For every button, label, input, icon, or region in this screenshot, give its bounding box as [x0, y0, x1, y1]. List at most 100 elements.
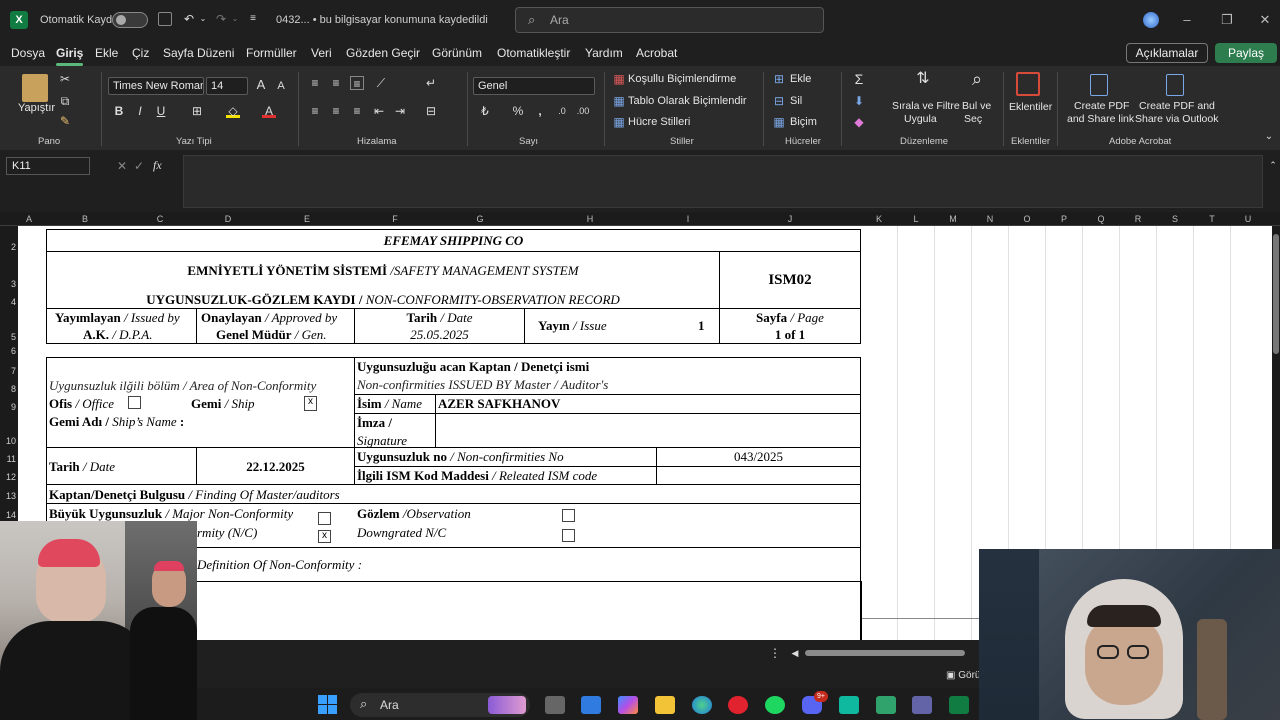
collapse-ribbon-icon[interactable]: ⌄ [1262, 130, 1276, 144]
ship-checkbox[interactable]: x [304, 396, 317, 411]
column-header[interactable]: D [223, 214, 233, 224]
increase-font-icon[interactable]: A [254, 78, 268, 92]
wrap-text-icon[interactable]: ↵ [424, 76, 438, 90]
row-header[interactable]: 7 [0, 366, 16, 376]
paste-icon[interactable] [22, 74, 48, 102]
file-explorer-icon[interactable] [655, 696, 675, 714]
column-header[interactable]: L [911, 214, 921, 224]
horizontal-scrollbar[interactable] [805, 650, 965, 656]
format-painter-icon[interactable]: ✎ [58, 114, 72, 128]
file-status[interactable]: 0432... • bu bilgisayar konumuna kaydedi… [276, 14, 488, 26]
whatsapp-icon[interactable] [839, 696, 859, 714]
menu-otomatiklestir[interactable]: Otomatikleştir [497, 46, 570, 60]
scroll-left-icon[interactable]: ◀ [788, 646, 802, 660]
percent-icon[interactable]: % [511, 104, 525, 118]
currency-icon[interactable]: ₺ [478, 104, 492, 118]
row-header[interactable]: 4 [0, 297, 16, 307]
cancel-formula-icon[interactable]: ✕ [115, 159, 129, 173]
nc-no-label-cell[interactable]: Uygunsuzluk no / Non-confirmities No [354, 447, 657, 467]
company-cell[interactable]: EFEMAY SHIPPING CO [46, 229, 861, 252]
finding-cell[interactable]: Kaptan/Denetçi Bulgusu / Finding Of Mast… [46, 484, 861, 504]
approved-by-cell[interactable]: Onaylayan / Approved by Genel Müdür / Ge… [196, 308, 355, 344]
undo-dropdown-icon[interactable]: ⌄ [196, 12, 210, 26]
name-value-cell[interactable]: AZER SAFKHANOV [435, 394, 861, 414]
column-header[interactable]: H [585, 214, 595, 224]
menu-veri[interactable]: Veri [311, 46, 332, 60]
taskbar-search[interactable]: ⌕ Ara [350, 693, 530, 717]
row-header[interactable]: 12 [0, 472, 16, 482]
column-header[interactable]: S [1170, 214, 1180, 224]
teams-icon[interactable] [912, 696, 932, 714]
nc-no-value-cell[interactable]: 043/2025 [656, 447, 861, 467]
find-select-label-1[interactable]: Bul ve [962, 100, 991, 112]
view-icon[interactable]: ▣ Görü [946, 670, 980, 681]
redo-icon[interactable]: ↷ [214, 12, 228, 26]
doc-code-cell[interactable]: ISM02 [719, 251, 861, 309]
downgraded-checkbox[interactable] [562, 529, 575, 542]
autosum-icon[interactable]: Σ [852, 72, 866, 86]
row-header[interactable]: 6 [0, 346, 16, 356]
paste-label[interactable]: Yapıştır [18, 102, 55, 114]
excel-taskbar-icon[interactable] [949, 696, 969, 714]
copy-icon[interactable]: ⧉ [58, 94, 72, 108]
format-as-table-button[interactable]: Tablo Olarak Biçimlendir [628, 95, 747, 107]
align-left-icon[interactable]: ≡ [308, 104, 322, 118]
column-header[interactable]: M [948, 214, 958, 224]
ism-code-label-cell[interactable]: İlgili ISM Kod Maddesi / Releated ISM co… [354, 466, 657, 485]
customize-toolbar-icon[interactable]: ≡ [246, 12, 260, 26]
format-cells-button[interactable]: Biçim [790, 116, 817, 128]
column-header[interactable]: B [80, 214, 90, 224]
column-header[interactable]: K [874, 214, 884, 224]
clear-icon[interactable]: ◆ [852, 115, 866, 129]
fill-icon[interactable]: ⬇ [852, 94, 866, 108]
conditional-formatting-button[interactable]: Koşullu Biçimlendirme [628, 73, 736, 85]
spotify-icon[interactable] [765, 696, 785, 714]
column-header[interactable]: A [24, 214, 34, 224]
office-checkbox[interactable] [128, 396, 141, 409]
insert-cells-button[interactable]: Ekle [790, 73, 811, 85]
save-icon[interactable] [158, 12, 172, 26]
font-size-select[interactable]: 14 [206, 77, 248, 95]
cut-icon[interactable]: ✂ [58, 72, 72, 86]
sort-filter-label-1[interactable]: Sırala ve Filtre [892, 100, 960, 112]
maximize-icon[interactable]: ❐ [1217, 10, 1237, 30]
page-cell[interactable]: Sayfa / Page 1 of 1 [719, 308, 861, 344]
ism-code-value-cell[interactable] [656, 466, 861, 485]
align-center-icon[interactable]: ≡ [329, 104, 343, 118]
observation-checkbox[interactable] [562, 509, 575, 522]
decrease-indent-icon[interactable]: ⇤ [372, 104, 386, 118]
copilot-app-icon[interactable] [618, 696, 638, 714]
menu-gozden-gecir[interactable]: Gözden Geçir [346, 46, 420, 60]
menu-acrobat[interactable]: Acrobat [636, 46, 677, 60]
column-header[interactable]: R [1133, 214, 1143, 224]
confirm-formula-icon[interactable]: ✓ [132, 159, 146, 173]
start-icon[interactable] [318, 695, 338, 715]
minor-nc-checkbox[interactable]: x [318, 530, 331, 543]
name-box[interactable]: K11 [6, 157, 90, 175]
sort-filter-label-2[interactable]: Uygula [904, 113, 937, 125]
increase-decimal-icon[interactable]: .0 [555, 104, 569, 118]
align-top-icon[interactable]: ≡ [308, 76, 322, 90]
expand-formula-icon[interactable]: ⌃ [1266, 158, 1280, 172]
align-bottom-icon[interactable]: ≡ [350, 76, 364, 91]
row-header[interactable]: 8 [0, 384, 16, 394]
issued-by-cell[interactable]: Yayımlayan / Issued by A.K. / D.P.A. [46, 308, 197, 344]
store-icon[interactable] [581, 696, 601, 714]
menu-ciz[interactable]: Çiz [132, 46, 149, 60]
number-format-select[interactable]: Genel [473, 77, 595, 95]
addins-button[interactable]: Eklentiler [1009, 101, 1052, 113]
comments-button[interactable]: Açıklamalar [1126, 43, 1208, 63]
underline-icon[interactable]: U [154, 104, 168, 118]
opera-icon[interactable] [728, 696, 748, 714]
date2-label-cell[interactable]: Tarih / Date [46, 447, 197, 485]
column-header[interactable]: Q [1096, 214, 1106, 224]
font-name-select[interactable]: Times New Roman [108, 77, 204, 95]
bold-icon[interactable]: B [112, 104, 126, 118]
menu-formuller[interactable]: Formüller [246, 46, 297, 60]
issue-cell[interactable]: Yayın / Issue 1 [524, 308, 720, 344]
close-icon[interactable]: ✕ [1255, 10, 1275, 30]
decrease-font-icon[interactable]: A [274, 79, 288, 93]
increase-indent-icon[interactable]: ⇥ [393, 104, 407, 118]
pdf-share-label-1[interactable]: Create PDF [1074, 100, 1129, 112]
borders-icon[interactable]: ⊞ [190, 104, 204, 118]
